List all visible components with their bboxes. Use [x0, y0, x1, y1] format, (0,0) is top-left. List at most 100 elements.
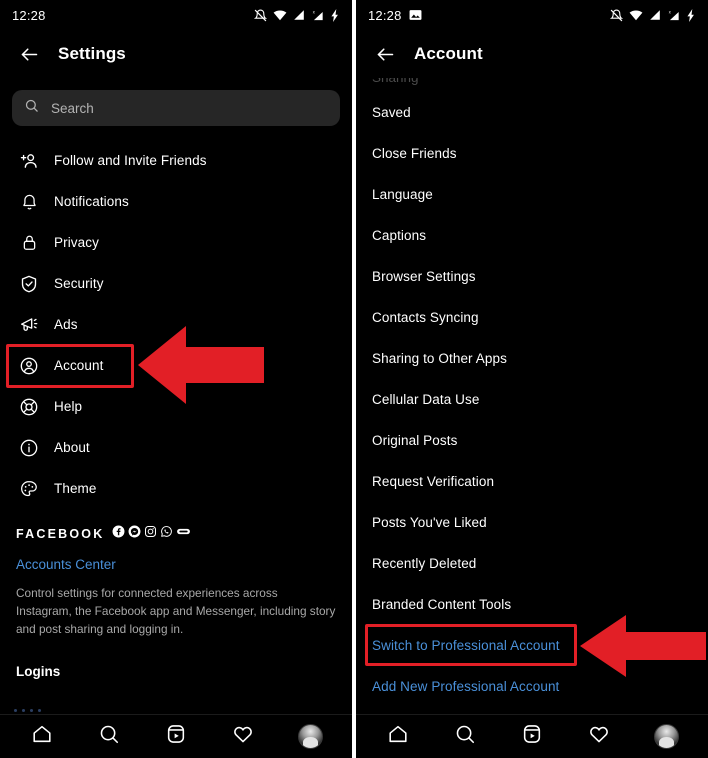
sidebar-item-about[interactable]: About	[0, 427, 352, 468]
facebook-brand-icons	[112, 525, 191, 543]
list-item-branded-content-tools[interactable]: Branded Content Tools	[356, 584, 708, 625]
heart-icon	[232, 723, 254, 750]
status-time: 12:28	[368, 7, 402, 23]
nav-activity-button[interactable]	[579, 717, 619, 757]
list-item-recently-deleted[interactable]: Recently Deleted	[356, 543, 708, 584]
svg-text:x: x	[313, 9, 315, 14]
right-phone-panel: 12:28 x Account Saved Close Friends Lang…	[356, 0, 708, 758]
sidebar-item-label: Ads	[54, 317, 78, 332]
list-item-close-friends[interactable]: Close Friends	[356, 133, 708, 174]
shield-check-icon	[18, 273, 40, 295]
list-item-label: Cellular Data Use	[372, 392, 480, 407]
list-item-add-new-professional-account[interactable]: Add New Professional Account	[356, 666, 708, 707]
lifebuoy-icon	[18, 396, 40, 418]
list-item-label: Posts You've Liked	[372, 515, 487, 530]
lock-icon	[18, 232, 40, 254]
nav-reels-button[interactable]	[156, 717, 196, 757]
avatar	[297, 724, 323, 749]
sidebar-item-label: Security	[54, 276, 104, 291]
sidebar-item-follow-and-invite-friends[interactable]: Follow and Invite Friends	[0, 140, 352, 181]
back-arrow-icon[interactable]	[14, 39, 44, 69]
page-title: Account	[414, 44, 483, 63]
sidebar-item-label: Privacy	[54, 235, 99, 250]
palette-icon	[18, 478, 40, 500]
sidebar-item-account[interactable]: Account	[0, 345, 352, 386]
list-item-original-posts[interactable]: Original Posts	[356, 420, 708, 461]
nav-reels-button[interactable]	[512, 717, 552, 757]
nav-home-button[interactable]	[22, 717, 62, 757]
avatar	[653, 724, 679, 749]
left-phone-panel: 12:28 x Settings Search Follow and Invit…	[0, 0, 352, 758]
search-placeholder: Search	[51, 100, 94, 116]
sidebar-item-label: About	[54, 440, 90, 455]
search-icon	[454, 723, 476, 750]
list-item-captions[interactable]: Captions	[356, 215, 708, 256]
search-icon	[24, 98, 39, 118]
signal-no-sim-icon: x	[311, 9, 325, 22]
app-bar-settings: Settings	[0, 30, 352, 78]
messenger-icon	[128, 525, 141, 543]
megaphone-icon	[18, 314, 40, 336]
nav-activity-button[interactable]	[223, 717, 263, 757]
whatsapp-icon	[160, 525, 173, 543]
info-circle-icon	[18, 437, 40, 459]
sidebar-item-label: Theme	[54, 481, 97, 496]
nav-search-button[interactable]	[445, 717, 485, 757]
list-item-switch-to-professional-account[interactable]: Switch to Professional Account	[356, 625, 708, 666]
list-item-cellular-data-use[interactable]: Cellular Data Use	[356, 379, 708, 420]
list-item-request-verification[interactable]: Request Verification	[356, 461, 708, 502]
list-item-language[interactable]: Language	[356, 174, 708, 215]
screenshot-root: 12:28 x Settings Search Follow and Invit…	[0, 0, 708, 758]
back-arrow-icon[interactable]	[370, 39, 400, 69]
reels-icon	[521, 723, 543, 750]
sidebar-item-help[interactable]: Help	[0, 386, 352, 427]
loading-dots	[14, 709, 41, 712]
nav-profile-button[interactable]	[290, 717, 330, 757]
home-icon	[387, 723, 409, 750]
list-item-sharing-to-other-apps[interactable]: Sharing to Other Apps	[356, 338, 708, 379]
clipped-item-label: Sharing	[356, 78, 419, 85]
list-item-label: Sharing to Other Apps	[372, 351, 507, 366]
page-title: Settings	[58, 44, 126, 63]
list-item-label: Browser Settings	[372, 269, 476, 284]
nav-home-button[interactable]	[378, 717, 418, 757]
list-item-browser-settings[interactable]: Browser Settings	[356, 256, 708, 297]
list-item-posts-youve-liked[interactable]: Posts You've Liked	[356, 502, 708, 543]
status-bar-left: 12:28 x	[0, 0, 352, 30]
sidebar-item-label: Notifications	[54, 194, 129, 209]
facebook-heading: FACEBOOK	[16, 527, 105, 541]
search-icon	[98, 723, 120, 750]
nav-profile-button[interactable]	[646, 717, 686, 757]
sidebar-item-theme[interactable]: Theme	[0, 468, 352, 509]
list-item-label: Add New Professional Account	[372, 679, 560, 694]
status-time: 12:28	[12, 7, 46, 23]
reels-icon	[165, 723, 187, 750]
sidebar-item-label: Help	[54, 399, 83, 414]
status-bar-right: 12:28 x	[356, 0, 708, 30]
bell-icon	[18, 191, 40, 213]
status-icons: x	[610, 8, 696, 22]
sidebar-item-security[interactable]: Security	[0, 263, 352, 304]
facebook-description: Control settings for connected experienc…	[16, 586, 336, 636]
home-icon	[31, 723, 53, 750]
signal-icon	[293, 9, 305, 21]
sidebar-item-label: Account	[54, 358, 104, 373]
sidebar-item-privacy[interactable]: Privacy	[0, 222, 352, 263]
search-input[interactable]: Search	[12, 90, 340, 126]
list-item-label: Branded Content Tools	[372, 597, 512, 612]
accounts-center-link[interactable]: Accounts Center	[16, 557, 336, 572]
search-container: Search	[0, 78, 352, 130]
list-item-label: Captions	[372, 228, 427, 243]
sidebar-item-ads[interactable]: Ads	[0, 304, 352, 345]
list-item-saved[interactable]: Saved	[356, 92, 708, 133]
app-bar-account: Account	[356, 30, 708, 78]
list-item-label: Language	[372, 187, 433, 202]
list-item-label: Contacts Syncing	[372, 310, 479, 325]
settings-list: Follow and Invite Friends Notifications	[0, 130, 352, 509]
sidebar-item-notifications[interactable]: Notifications	[0, 181, 352, 222]
wifi-icon	[273, 9, 287, 21]
list-item-label: Original Posts	[372, 433, 458, 448]
list-item-contacts-syncing[interactable]: Contacts Syncing	[356, 297, 708, 338]
account-settings-list[interactable]: Sharing Saved Close Friends Language Cap…	[356, 78, 708, 707]
nav-search-button[interactable]	[89, 717, 129, 757]
